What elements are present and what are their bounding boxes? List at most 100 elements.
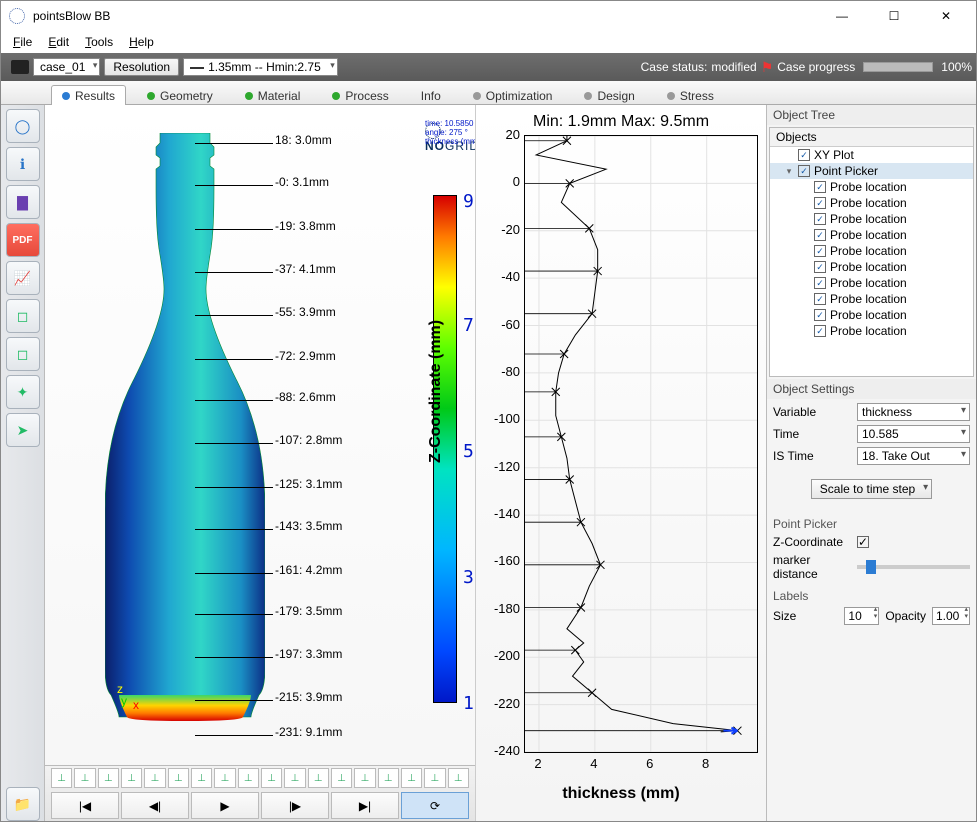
sidebar-axes-icon[interactable]: ✦ (6, 375, 40, 409)
progress-percent: 100% (941, 60, 972, 74)
view-tool-5[interactable]: ⊥ (168, 768, 189, 788)
play-prev-button[interactable]: ◀| (121, 792, 189, 819)
tree-item-probe[interactable]: ✓Probe location (770, 291, 973, 307)
view-tool-3[interactable]: ⊥ (121, 768, 142, 788)
view-tool-2[interactable]: ⊥ (98, 768, 119, 788)
annotation--231: -231: 9.1mm (275, 725, 342, 739)
annotation--37: -37: 4.1mm (275, 262, 336, 276)
annotation-leader (195, 400, 273, 401)
tree-item-probe[interactable]: ✓Probe location (770, 259, 973, 275)
view-tool-13[interactable]: ⊥ (354, 768, 375, 788)
sidebar-circle-icon[interactable]: ◯ (6, 109, 40, 143)
view-tool-14[interactable]: ⊥ (378, 768, 399, 788)
play-button[interactable]: ▶ (191, 792, 259, 819)
chart-ylabel: Z-Coordinate (mm) (427, 320, 445, 463)
tree-item-xyplot[interactable]: ✓XY Plot (770, 147, 973, 163)
tab-results[interactable]: Results (51, 85, 126, 105)
tree-item-probe[interactable]: ✓Probe location (770, 323, 973, 339)
annotation-leader (195, 229, 273, 230)
sidebar-info-icon[interactable]: ℹ (6, 147, 40, 181)
minimize-button[interactable]: — (820, 2, 864, 30)
bottle-render: z x y (105, 133, 265, 733)
tab-process[interactable]: Process (321, 85, 399, 105)
tab-design[interactable]: Design (573, 85, 645, 105)
sidebar-plot-icon[interactable]: 📈 (6, 261, 40, 295)
menu-tools[interactable]: Tools (79, 33, 119, 51)
case-progress-label: Case progress (777, 60, 855, 74)
object-tree[interactable]: Objects ✓XY Plot ▾✓Point Picker ✓Probe l… (769, 127, 974, 377)
marker-distance-slider[interactable] (857, 565, 970, 569)
sidebar-pointer-icon[interactable]: ➤ (6, 413, 40, 447)
view-tool-8[interactable]: ⊥ (238, 768, 259, 788)
labels-section: Labels (773, 585, 970, 603)
chart-ytick: 20 (490, 127, 520, 142)
play-last-button[interactable]: ▶| (331, 792, 399, 819)
chart-xtick: 4 (590, 756, 597, 771)
close-button[interactable]: ✕ (924, 2, 968, 30)
menu-file[interactable]: File (7, 33, 38, 51)
sidebar-pdf-icon[interactable]: PDF (6, 223, 40, 257)
annotation-leader (195, 529, 273, 530)
zcoord-checkbox[interactable]: ✓ (857, 536, 869, 548)
case-dropdown[interactable]: case_01 (33, 58, 100, 76)
play-step-button[interactable]: |▶ (261, 792, 329, 819)
sidebar-notes-icon[interactable]: ▇ (6, 185, 40, 219)
tree-item-probe[interactable]: ✓Probe location (770, 227, 973, 243)
sidebar-folder-icon[interactable]: 📁 (6, 787, 40, 821)
xy-plot[interactable]: Min: 1.9mm Max: 9.5mm Z-Coordinate (mm) … (476, 105, 766, 821)
play-loop-button[interactable]: ⟳ (401, 792, 469, 819)
view-tool-12[interactable]: ⊥ (331, 768, 352, 788)
view-tool-17[interactable]: ⊥ (448, 768, 469, 788)
sidebar-select1-icon[interactable]: ◻ (6, 299, 40, 333)
view-tool-1[interactable]: ⊥ (74, 768, 95, 788)
zcoord-label: Z-Coordinate (773, 535, 851, 549)
tree-item-probe[interactable]: ✓Probe location (770, 243, 973, 259)
view-tool-16[interactable]: ⊥ (424, 768, 445, 788)
tab-optimization[interactable]: Optimization (462, 85, 564, 105)
view-tool-10[interactable]: ⊥ (284, 768, 305, 788)
opacity-spinner[interactable]: 1.00 (932, 607, 970, 625)
chart-ytick: -180 (490, 601, 520, 616)
view-tool-9[interactable]: ⊥ (261, 768, 282, 788)
chart-ytick: -60 (490, 317, 520, 332)
annotation-leader (195, 735, 273, 736)
view-tool-6[interactable]: ⊥ (191, 768, 212, 788)
view-tool-11[interactable]: ⊥ (308, 768, 329, 788)
tab-geometry[interactable]: Geometry (136, 85, 224, 105)
tree-item-probe[interactable]: ✓Probe location (770, 307, 973, 323)
view-tool-15[interactable]: ⊥ (401, 768, 422, 788)
chart-ytick: -20 (490, 222, 520, 237)
tab-material[interactable]: Material (234, 85, 312, 105)
sidebar-select2-icon[interactable]: ◻ (6, 337, 40, 371)
tree-item-probe[interactable]: ✓Probe location (770, 275, 973, 291)
maximize-button[interactable]: ☐ (872, 2, 916, 30)
annotation-18: 18: 3.0mm (275, 133, 332, 147)
scale-button[interactable]: Scale to time step (811, 479, 932, 499)
play-first-button[interactable]: |◀ (51, 792, 119, 819)
tab-info[interactable]: Info (410, 85, 452, 105)
menu-edit[interactable]: Edit (42, 33, 75, 51)
tree-item-pointpicker[interactable]: ▾✓Point Picker (770, 163, 973, 179)
tree-item-probe[interactable]: ✓Probe location (770, 211, 973, 227)
annotation-leader (195, 143, 273, 144)
annotation--19: -19: 3.8mm (275, 219, 336, 233)
case-status-value: modified (711, 60, 756, 74)
view-tool-0[interactable]: ⊥ (51, 768, 72, 788)
chart-ytick: -160 (490, 553, 520, 568)
resolution-dropdown[interactable]: 1.35mm -- Hmin:2.75 (183, 58, 338, 76)
tree-item-probe[interactable]: ✓Probe location (770, 179, 973, 195)
annotation-leader (195, 614, 273, 615)
tab-stress[interactable]: Stress (656, 85, 725, 105)
size-spinner[interactable]: 10 (844, 607, 879, 625)
istime-dropdown[interactable]: 18. Take Out (857, 447, 970, 465)
view-tool-7[interactable]: ⊥ (214, 768, 235, 788)
view-tool-4[interactable]: ⊥ (144, 768, 165, 788)
viewport-3d[interactable]: z x y 18: 3.0mm-0: 3.1mm-19: 3.8mm-37: 4… (45, 105, 476, 821)
variable-dropdown[interactable]: thickness (857, 403, 970, 421)
menu-help[interactable]: Help (123, 33, 160, 51)
chart-ytick: -80 (490, 364, 520, 379)
resolution-button[interactable]: Resolution (104, 58, 179, 76)
time-dropdown[interactable]: 10.585 (857, 425, 970, 443)
tree-item-probe[interactable]: ✓Probe location (770, 195, 973, 211)
annotation-leader (195, 359, 273, 360)
